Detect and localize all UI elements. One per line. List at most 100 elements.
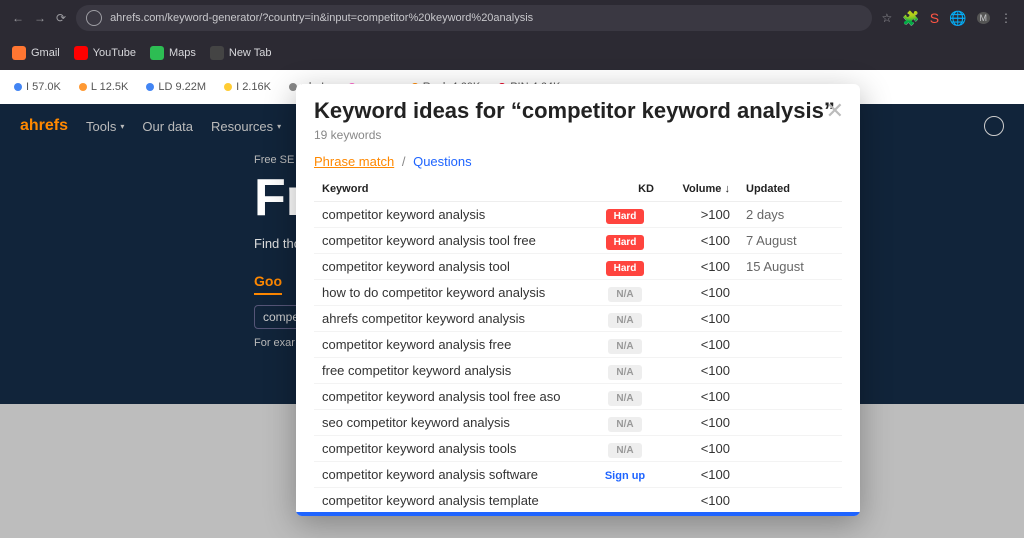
cell-updated: [738, 436, 842, 462]
metric-i[interactable]: I 2.16K: [224, 81, 271, 93]
cell-updated: [738, 332, 842, 358]
cell-volume: >100: [662, 202, 738, 228]
extension-icon[interactable]: 🧩: [902, 10, 919, 27]
col-volume[interactable]: Volume ↓: [662, 177, 738, 202]
back-button[interactable]: ←: [12, 11, 24, 25]
signup-link[interactable]: Sign up: [605, 470, 645, 482]
cell-volume: <100: [662, 410, 738, 436]
keywords-table: Keyword KD Volume ↓ Updated competitor k…: [314, 177, 842, 514]
url-text: ahrefs.com/keyword-generator/?country=in…: [110, 12, 533, 24]
cell-keyword: how to do competitor keyword analysis: [314, 280, 588, 306]
nav-resources[interactable]: Resources▾: [211, 119, 281, 134]
tab-google[interactable]: Goo: [254, 273, 282, 295]
nav-tools[interactable]: Tools▾: [86, 119, 124, 134]
star-icon[interactable]: ☆: [882, 11, 893, 25]
cell-updated: [738, 280, 842, 306]
metric-l[interactable]: L 12.5K: [79, 81, 129, 93]
bookmark-newtab[interactable]: New Tab: [210, 46, 272, 60]
table-row[interactable]: competitor keyword analysis free N/A <100: [314, 332, 842, 358]
cell-kd: [588, 488, 662, 514]
table-row[interactable]: how to do competitor keyword analysis N/A…: [314, 280, 842, 306]
cell-kd: N/A: [588, 358, 662, 384]
cell-updated: [738, 358, 842, 384]
forward-button[interactable]: →: [34, 11, 46, 25]
browser-chrome: ← → ⟳ ahrefs.com/keyword-generator/?coun…: [0, 0, 1024, 70]
table-row[interactable]: competitor keyword analysis toolHard<100…: [314, 254, 842, 280]
cell-kd: N/A: [588, 280, 662, 306]
table-row[interactable]: ahrefs competitor keyword analysisN/A<10…: [314, 306, 842, 332]
cell-kd: N/A: [588, 436, 662, 462]
cell-updated: [738, 488, 842, 514]
bookmarks-bar: Gmail YouTube Maps New Tab: [0, 36, 1024, 70]
col-keyword[interactable]: Keyword: [314, 177, 588, 202]
cell-volume: <100: [662, 488, 738, 514]
cell-keyword: competitor keyword analysis tool: [314, 254, 588, 280]
cell-keyword: competitor keyword analysis tools: [314, 436, 588, 462]
profile-avatar[interactable]: M: [977, 12, 991, 24]
metric-google[interactable]: I 57.0K: [14, 81, 61, 93]
kd-badge-na: N/A: [608, 287, 641, 302]
cell-volume: <100: [662, 462, 738, 488]
extension-icon-2[interactable]: S: [930, 10, 939, 26]
cell-updated: [738, 462, 842, 488]
col-kd[interactable]: KD: [588, 177, 662, 202]
cell-volume: <100: [662, 384, 738, 410]
modal-bottom-border: [296, 512, 860, 516]
site-info-icon: [86, 10, 102, 26]
tab-questions[interactable]: Questions: [413, 154, 472, 169]
modal-subtitle: 19 keywords: [314, 128, 842, 142]
cell-keyword: seo competitor keyword analysis: [314, 410, 588, 436]
cell-volume: <100: [662, 254, 738, 280]
kd-badge-na: N/A: [608, 313, 641, 328]
kd-badge-na: N/A: [608, 339, 641, 354]
cell-updated: [738, 306, 842, 332]
kd-badge-hard: Hard: [606, 235, 645, 250]
cell-keyword: competitor keyword analysis: [314, 202, 588, 228]
col-updated[interactable]: Updated: [738, 177, 842, 202]
table-row[interactable]: competitor keyword analysisHard>1002 day…: [314, 202, 842, 228]
close-icon[interactable]: ✕: [826, 98, 844, 124]
reload-button[interactable]: ⟳: [56, 11, 66, 25]
table-row[interactable]: competitor keyword analysis toolsN/A<100: [314, 436, 842, 462]
language-icon[interactable]: [984, 116, 1004, 136]
kd-badge-na: N/A: [608, 391, 641, 406]
cell-kd: N/A: [588, 332, 662, 358]
cell-kd: N/A: [588, 384, 662, 410]
cell-kd: N/A: [588, 410, 662, 436]
cell-volume: <100: [662, 358, 738, 384]
cell-kd: Hard: [588, 202, 662, 228]
cell-kd: Hard: [588, 228, 662, 254]
table-row[interactable]: competitor keyword analysis tool free Har…: [314, 228, 842, 254]
cell-updated: 15 August: [738, 254, 842, 280]
bookmark-gmail[interactable]: Gmail: [12, 46, 60, 60]
cell-updated: 7 August: [738, 228, 842, 254]
cell-keyword: competitor keyword analysis software: [314, 462, 588, 488]
table-row[interactable]: free competitor keyword analysisN/A<100: [314, 358, 842, 384]
cell-keyword: competitor keyword analysis free: [314, 332, 588, 358]
nav-ourdata[interactable]: Our data: [142, 119, 193, 134]
kd-badge-na: N/A: [608, 443, 641, 458]
cell-keyword: competitor keyword analysis tool free: [314, 228, 588, 254]
extension-icon-3[interactable]: 🌐: [949, 10, 966, 27]
metric-ld[interactable]: LD 9.22M: [146, 81, 206, 93]
cell-kd: N/A: [588, 306, 662, 332]
ahrefs-logo[interactable]: ahrefs: [20, 117, 68, 135]
cell-kd: Sign up: [588, 462, 662, 488]
table-row[interactable]: seo competitor keyword analysisN/A<100: [314, 410, 842, 436]
cell-keyword: competitor keyword analysis tool free as…: [314, 384, 588, 410]
cell-updated: [738, 410, 842, 436]
menu-icon[interactable]: ⋮: [1000, 11, 1012, 25]
tab-phrase-match[interactable]: Phrase match: [314, 154, 394, 169]
bookmark-youtube[interactable]: YouTube: [74, 46, 136, 60]
table-row[interactable]: competitor keyword analysis template<100: [314, 488, 842, 514]
address-bar[interactable]: ahrefs.com/keyword-generator/?country=in…: [76, 5, 871, 31]
table-row[interactable]: competitor keyword analysis tool free as…: [314, 384, 842, 410]
cell-kd: Hard: [588, 254, 662, 280]
cell-volume: <100: [662, 228, 738, 254]
cell-volume: <100: [662, 306, 738, 332]
cell-volume: <100: [662, 332, 738, 358]
cell-volume: <100: [662, 280, 738, 306]
bookmark-maps[interactable]: Maps: [150, 46, 196, 60]
table-row[interactable]: competitor keyword analysis software Sign…: [314, 462, 842, 488]
modal-title: Keyword ideas for “competitor keyword an…: [314, 98, 842, 124]
